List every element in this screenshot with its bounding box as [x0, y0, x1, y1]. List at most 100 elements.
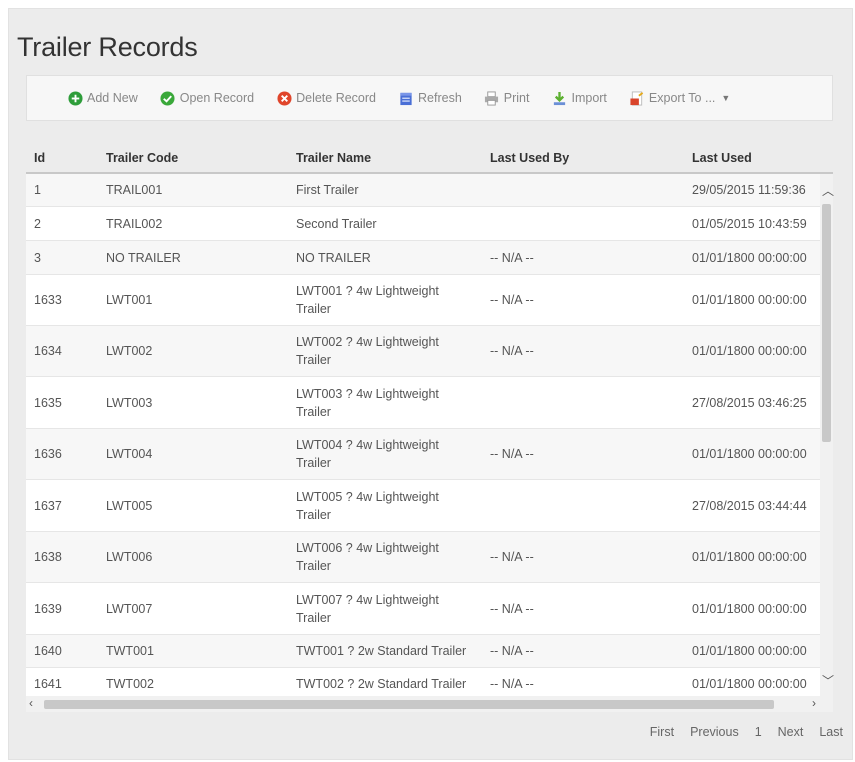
- scroll-right-icon[interactable]: ›: [812, 696, 816, 710]
- cell-trailer-code: TRAIL002: [106, 216, 163, 231]
- column-header-last-used[interactable]: Last Used: [692, 151, 752, 165]
- delete-record-label: Delete Record: [296, 91, 376, 105]
- delete-icon: [276, 90, 292, 106]
- column-header-trailer-code[interactable]: Trailer Code: [106, 151, 178, 165]
- cell-last-used: 01/01/1800 00:00:00: [692, 293, 807, 307]
- import-button[interactable]: Import: [551, 90, 607, 106]
- table-row[interactable]: 3 NO TRAILER NO TRAILER -- N/A -- 01/01/…: [26, 241, 820, 275]
- cell-trailer-code: LWT001: [106, 293, 153, 307]
- cell-last-used: 01/01/1800 00:00:00: [692, 601, 807, 616]
- add-new-button[interactable]: Add New: [67, 90, 138, 106]
- add-new-label: Add New: [87, 91, 138, 105]
- cell-last-used-by: -- N/A --: [490, 447, 534, 461]
- table-row[interactable]: 1640 TWT001 TWT001 ? 2w Standard Trailer…: [26, 635, 820, 668]
- cell-last-used-by: -- N/A --: [490, 344, 534, 358]
- cell-trailer-name: TWT002 ? 2w Standard Trailer: [296, 677, 467, 691]
- cell-last-used: 01/01/1800 00:00:00: [692, 677, 807, 691]
- chevron-down-icon: ▼: [721, 93, 731, 103]
- cell-trailer-code: TRAIL001: [106, 183, 163, 197]
- cell-last-used: 01/01/1800 00:00:00: [692, 550, 807, 564]
- cell-trailer-name: LWT006 ? 4w Lightweight Trailer: [296, 541, 439, 573]
- table-row[interactable]: 1641 TWT002 TWT002 ? 2w Standard Trailer…: [26, 668, 820, 696]
- print-label: Print: [503, 91, 530, 105]
- cell-last-used-by: -- N/A --: [490, 293, 534, 307]
- cell-last-used: 27/08/2015 03:44:44: [692, 498, 807, 513]
- cell-last-used: 01/01/1800 00:00:00: [692, 344, 807, 358]
- cell-last-used-by: -- N/A --: [490, 601, 534, 616]
- cell-last-used: 01/01/1800 00:00:00: [692, 644, 807, 658]
- cell-id: 2: [34, 216, 41, 231]
- cell-id: 1640: [34, 644, 62, 658]
- import-label: Import: [571, 91, 607, 105]
- export-to-button[interactable]: Export To ... ▼: [629, 90, 730, 106]
- cell-trailer-name: LWT005 ? 4w Lightweight Trailer: [296, 489, 439, 522]
- cell-trailer-name: LWT007 ? 4w Lightweight Trailer: [296, 592, 439, 625]
- cell-trailer-name: TWT001 ? 2w Standard Trailer: [296, 644, 467, 658]
- pager-last-link[interactable]: Last: [819, 725, 843, 739]
- cell-trailer-name: LWT003 ? 4w Lightweight Trailer: [296, 386, 439, 419]
- horizontal-scroll-thumb[interactable]: [44, 700, 774, 709]
- cell-id: 1639: [34, 601, 62, 616]
- cell-trailer-code: NO TRAILER: [106, 250, 181, 265]
- import-icon: [551, 90, 567, 106]
- scroll-left-icon[interactable]: ‹: [29, 696, 33, 710]
- table-row[interactable]: 1634 LWT002 LWT002 ? 4w Lightweight Trai…: [26, 326, 820, 377]
- table-row[interactable]: 1633 LWT001 LWT001 ? 4w Lightweight Trai…: [26, 275, 820, 326]
- table-row[interactable]: 1639 LWT007 LWT007 ? 4w Lightweight Trai…: [26, 583, 820, 635]
- cell-trailer-name: Second Trailer: [296, 216, 377, 231]
- cell-trailer-code: LWT006: [106, 550, 153, 564]
- cell-id: 1636: [34, 447, 62, 461]
- open-record-label: Open Record: [179, 91, 255, 105]
- cell-id: 1634: [34, 344, 62, 358]
- cell-trailer-code: LWT007: [106, 601, 153, 616]
- pager-page-number[interactable]: 1: [755, 725, 762, 739]
- pager-first-link[interactable]: First: [650, 725, 674, 739]
- cell-last-used-by: -- N/A --: [490, 644, 534, 658]
- refresh-label: Refresh: [418, 91, 462, 105]
- toolbar: Add New Open Record Delete Record Refres…: [26, 75, 833, 121]
- pager-next-link[interactable]: Next: [778, 725, 804, 739]
- add-icon: [67, 90, 83, 106]
- scroll-up-icon[interactable]: ︿: [822, 182, 834, 199]
- pager-previous-link[interactable]: Previous: [690, 725, 739, 739]
- column-header-trailer-name[interactable]: Trailer Name: [296, 151, 371, 165]
- scroll-down-icon[interactable]: ﹀: [822, 672, 834, 689]
- vertical-scroll-thumb[interactable]: [822, 204, 831, 442]
- column-header-id[interactable]: Id: [34, 151, 45, 165]
- cell-last-used: 27/08/2015 03:46:25: [692, 395, 807, 410]
- cell-id: 1641: [34, 677, 62, 691]
- print-icon: [484, 90, 500, 106]
- refresh-button[interactable]: Refresh: [398, 90, 462, 106]
- open-record-button[interactable]: Open Record: [160, 90, 254, 106]
- page-title: Trailer Records: [17, 32, 198, 62]
- print-button[interactable]: Print: [484, 90, 530, 106]
- cell-id: 1635: [34, 395, 62, 410]
- table-row[interactable]: 1636 LWT004 LWT004 ? 4w Lightweight Trai…: [26, 429, 820, 480]
- cell-trailer-name: LWT002 ? 4w Lightweight Trailer: [296, 335, 439, 367]
- table-row[interactable]: 1637 LWT005 LWT005 ? 4w Lightweight Trai…: [26, 480, 820, 532]
- horizontal-scrollbar[interactable]: ‹ ›: [26, 696, 833, 712]
- table-row[interactable]: 1 TRAIL001 First Trailer 29/05/2015 11:5…: [26, 174, 820, 207]
- cell-last-used: 01/01/1800 00:00:00: [692, 250, 807, 265]
- column-header-last-used-by[interactable]: Last Used By: [490, 151, 569, 165]
- cell-last-used: 01/05/2015 10:43:59: [692, 216, 807, 231]
- cell-trailer-code: TWT002: [106, 677, 154, 691]
- table-row[interactable]: 1635 LWT003 LWT003 ? 4w Lightweight Trai…: [26, 377, 820, 429]
- cell-trailer-name: NO TRAILER: [296, 250, 371, 265]
- cell-id: 3: [34, 250, 41, 265]
- cell-trailer-code: LWT003: [106, 395, 153, 410]
- table-row[interactable]: 2 TRAIL002 Second Trailer 01/05/2015 10:…: [26, 207, 820, 241]
- vertical-scrollbar[interactable]: ︿ ﹀: [820, 174, 834, 696]
- table-row[interactable]: 1638 LWT006 LWT006 ? 4w Lightweight Trai…: [26, 532, 820, 583]
- refresh-icon: [398, 90, 414, 106]
- table-body: 1 TRAIL001 First Trailer 29/05/2015 11:5…: [26, 174, 820, 696]
- cell-trailer-code: TWT001: [106, 644, 154, 658]
- cell-id: 1638: [34, 550, 62, 564]
- cell-last-used: 29/05/2015 11:59:36: [692, 183, 806, 197]
- cell-trailer-code: LWT002: [106, 344, 153, 358]
- cell-last-used-by: -- N/A --: [490, 677, 534, 691]
- cell-trailer-code: LWT005: [106, 498, 153, 513]
- delete-record-button[interactable]: Delete Record: [276, 90, 376, 106]
- export-icon: [629, 90, 645, 106]
- cell-id: 1637: [34, 498, 62, 513]
